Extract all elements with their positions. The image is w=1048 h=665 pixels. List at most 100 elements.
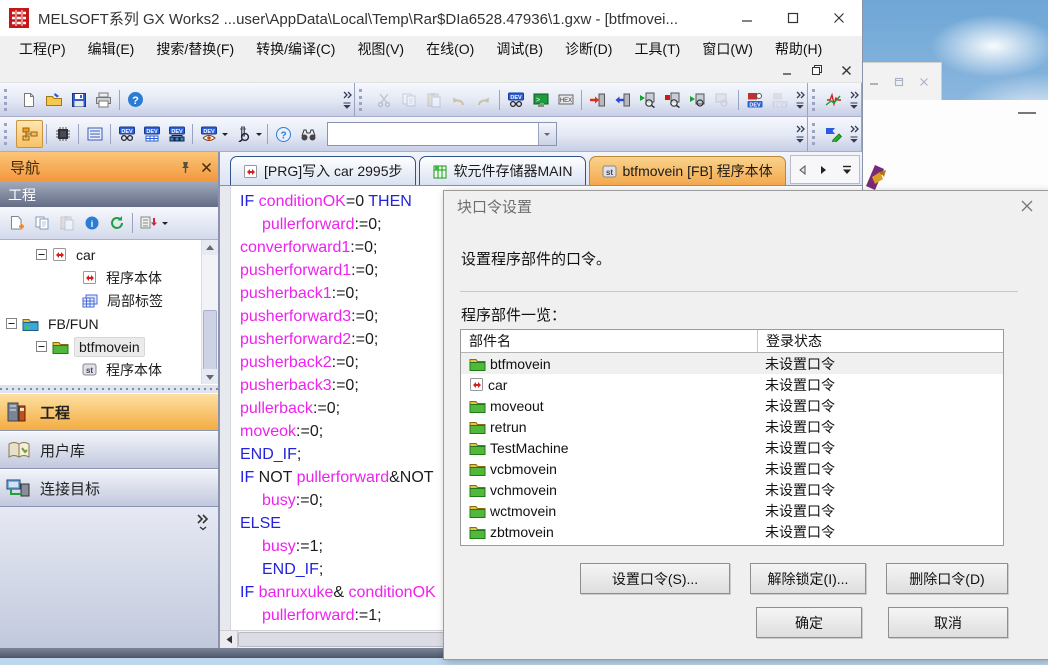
menu-item-5[interactable]: 视图(V) — [346, 36, 415, 62]
dialog-close-icon[interactable] — [1020, 199, 1034, 213]
tab-scroll-controls[interactable] — [790, 155, 860, 184]
unlock-button[interactable]: 解除锁定(I)... — [750, 563, 866, 594]
scroll-tabs-left-icon[interactable] — [798, 165, 806, 175]
menu-item-3[interactable]: 搜索/替换(F) — [145, 36, 245, 62]
chart-tool-button[interactable] — [821, 87, 846, 113]
more-views-icon[interactable] — [196, 513, 210, 531]
scroll-up-icon[interactable] — [202, 240, 218, 255]
toolbar-overflow-chevron[interactable] — [846, 117, 862, 151]
cut-button[interactable] — [371, 87, 396, 113]
delete-password-button[interactable]: 删除口令(D) — [886, 563, 1008, 594]
dev-eye-button[interactable]: DEV — [196, 121, 221, 147]
menu-item-1[interactable]: 工程(P) — [8, 36, 77, 62]
document-tab-3[interactable]: stbtfmovein [FB] 程序本体 — [589, 156, 786, 185]
pin-icon[interactable] — [179, 161, 191, 174]
scroll-left-icon[interactable] — [220, 631, 238, 648]
copy-button[interactable] — [396, 87, 421, 113]
dev-find-button[interactable]: DEV — [503, 87, 528, 113]
tree-scrollbar[interactable] — [201, 240, 218, 384]
column-header-status[interactable]: 登录状态 — [757, 330, 1003, 352]
component-row-TestMachine[interactable]: TestMachine未设置口令 — [461, 437, 1003, 458]
cancel-button[interactable]: 取消 — [888, 607, 1008, 638]
menu-item-7[interactable]: 调试(B) — [485, 36, 554, 62]
toolbar-grip[interactable] — [4, 123, 13, 145]
screen-monitor-button[interactable]: >_ — [528, 87, 553, 113]
device-search-button[interactable] — [230, 121, 255, 147]
toolbar-grip[interactable] — [812, 89, 818, 111]
menu-item-9[interactable]: 工具(T) — [623, 36, 691, 62]
new-file-button[interactable] — [16, 87, 41, 113]
menu-item-11[interactable]: 帮助(H) — [764, 36, 833, 62]
close-button[interactable] — [816, 0, 862, 36]
device-combobox[interactable] — [327, 122, 557, 146]
menu-item-8[interactable]: 诊断(D) — [554, 36, 623, 62]
tree-item-程序本体[interactable]: 程序本体 — [0, 266, 218, 289]
view-button-用户库[interactable]: 用户库 — [0, 431, 218, 469]
sort-dropdown-icon[interactable] — [162, 222, 168, 228]
desktop-shortcut-icon[interactable] — [858, 158, 894, 194]
menu-item-6[interactable]: 在线(O) — [415, 36, 485, 62]
component-row-zbtmovein[interactable]: zbtmovein未设置口令 — [461, 521, 1003, 542]
paste-button[interactable] — [421, 87, 446, 113]
monitor-watch-button[interactable] — [685, 87, 710, 113]
device-search-dropdown-icon[interactable] — [256, 133, 262, 139]
toolbar-overflow-chevron[interactable] — [792, 83, 808, 116]
dev-find-button[interactable]: DEV — [114, 121, 139, 147]
module-button[interactable] — [50, 121, 75, 147]
dev-unregister-button[interactable]: DEV — [767, 87, 792, 113]
toolbar-grip[interactable] — [812, 123, 818, 145]
menu-item-10[interactable]: 窗口(W) — [691, 36, 764, 62]
hex-monitor-button[interactable]: HEX — [553, 87, 578, 113]
document-tab-1[interactable]: [PRG]写入 car 2995步 — [230, 156, 416, 185]
mdi-restore-icon[interactable] — [811, 64, 823, 76]
dev-table-button[interactable]: DEV — [139, 121, 164, 147]
tree-item-程序本体[interactable]: st程序本体 — [0, 358, 218, 381]
toolbar-overflow-chevron[interactable] — [792, 117, 808, 151]
tree-item-FB/FUN[interactable]: FB/FUN — [0, 312, 218, 335]
set-password-button[interactable]: 设置口令(S)... — [580, 563, 730, 594]
toolbar-grip[interactable] — [359, 89, 368, 111]
view-button-工程[interactable]: 工程 — [0, 393, 218, 431]
panel-splitter[interactable] — [0, 384, 218, 393]
bg-minimize-icon[interactable] — [869, 77, 879, 87]
info-button[interactable]: i — [79, 210, 104, 236]
save-button[interactable] — [66, 87, 91, 113]
combobox-dropdown-icon[interactable] — [538, 123, 556, 145]
dev-register-button[interactable]: DEV — [742, 87, 767, 113]
mdi-minimize-icon[interactable] — [782, 65, 793, 76]
dev-eye-dropdown-icon[interactable] — [222, 133, 228, 139]
new-item-button[interactable] — [4, 210, 29, 236]
label-edit-button[interactable] — [821, 121, 846, 147]
ok-button[interactable]: 确定 — [756, 607, 862, 638]
tree-item-局部标签[interactable]: 局部标签 — [0, 381, 218, 384]
monitor-start-button[interactable] — [635, 87, 660, 113]
refresh-button[interactable] — [104, 210, 129, 236]
print-button[interactable] — [91, 87, 116, 113]
component-row-wctmovein[interactable]: wctmovein未设置口令 — [461, 500, 1003, 521]
dev-network-button[interactable]: DEV — [164, 121, 189, 147]
collapse-icon[interactable] — [6, 318, 17, 329]
nav-close-icon[interactable] — [201, 162, 212, 173]
component-row-retrun[interactable]: retrun未设置口令 — [461, 416, 1003, 437]
menu-item-2[interactable]: 编辑(E) — [77, 36, 146, 62]
component-row-vchmovein[interactable]: vchmovein未设置口令 — [461, 479, 1003, 500]
toolbar-grip[interactable] — [4, 89, 13, 111]
view-button-连接目标[interactable]: 连接目标 — [0, 469, 218, 507]
redo-button[interactable] — [471, 87, 496, 113]
document-tab-2[interactable]: 软元件存储器MAIN — [419, 156, 586, 185]
paste-button[interactable] — [54, 210, 79, 236]
help-button[interactable]: ? — [123, 87, 148, 113]
tab-list-icon[interactable] — [842, 165, 852, 175]
tree-item-局部标签[interactable]: 局部标签 — [0, 289, 218, 312]
scroll-tabs-right-icon[interactable] — [820, 165, 828, 175]
help-tip-button[interactable]: ? — [271, 121, 296, 147]
component-row-car[interactable]: car未设置口令 — [461, 374, 1003, 395]
monitor-stop-button[interactable] — [660, 87, 685, 113]
maximize-button[interactable] — [770, 0, 816, 36]
minimize-button[interactable] — [724, 0, 770, 36]
toolbar-overflow-chevron[interactable] — [846, 83, 862, 116]
list-view-button[interactable] — [82, 121, 107, 147]
sort-button[interactable] — [136, 210, 161, 236]
binoculars-button[interactable] — [296, 121, 321, 147]
undo-button[interactable] — [446, 87, 471, 113]
